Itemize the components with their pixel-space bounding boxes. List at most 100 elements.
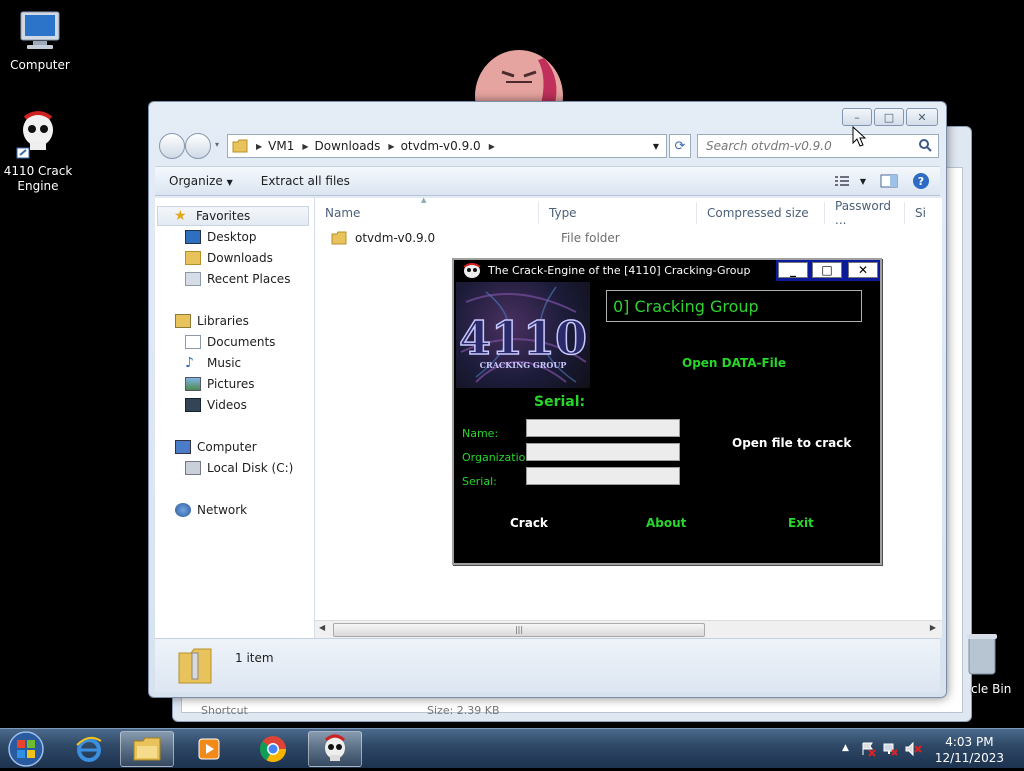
nav-favorites[interactable]: ★ Favorites xyxy=(157,206,309,226)
command-bar: Organize ▼ Extract all files ▼ ? xyxy=(155,166,940,196)
cracking-group-logo: 4110 CRACKING GROUP xyxy=(456,282,590,388)
action-center-icon[interactable] xyxy=(860,741,876,757)
nav-local-disk[interactable]: Local Disk (C:) xyxy=(185,461,293,475)
crack-engine-title: The Crack-Engine of the [4110] Cracking-… xyxy=(488,264,751,277)
nav-recent-places[interactable]: Recent Places xyxy=(185,272,290,286)
taskbar-internet-explorer[interactable] xyxy=(62,731,116,767)
nav-libraries[interactable]: Libraries xyxy=(175,314,249,328)
taskbar-chrome[interactable] xyxy=(246,731,300,767)
desktop-icon-recycle-bin[interactable]: cle Bin xyxy=(955,632,1024,696)
recent-pages-icon[interactable]: ▾ xyxy=(215,140,219,149)
column-type[interactable]: Type xyxy=(539,202,697,224)
search-placeholder: Search otvdm-v0.9.0 xyxy=(706,139,832,153)
help-icon[interactable]: ? xyxy=(912,172,930,190)
exit-button[interactable]: Exit xyxy=(788,516,814,530)
breadcrumb-vm1[interactable]: VM1 xyxy=(268,139,294,153)
music-icon: ♪ xyxy=(185,355,194,371)
taskbar-media-player[interactable] xyxy=(182,731,236,767)
nav-documents[interactable]: Documents xyxy=(185,335,275,349)
nav-videos[interactable]: Videos xyxy=(185,398,247,412)
navigation-bar: ▾ ▶ VM1 ▶ Downloads ▶ otvdm-v0.9.0 ▶ ▼ ⟳… xyxy=(157,132,939,159)
nav-network[interactable]: Network xyxy=(175,503,247,517)
name-label: Name: xyxy=(462,427,499,440)
recent-places-icon xyxy=(185,272,201,286)
system-tray: ▲ 4:03 PM 12/11/2023 xyxy=(834,729,1024,769)
nav-pictures[interactable]: Pictures xyxy=(185,377,255,391)
refresh-button[interactable]: ⟳ xyxy=(669,134,691,158)
close-button[interactable]: ✕ xyxy=(906,108,938,126)
group-display: 0] Cracking Group xyxy=(606,290,862,322)
maximize-button[interactable]: □ xyxy=(874,108,904,126)
network-status-icon[interactable] xyxy=(882,741,898,757)
windows-logo-icon xyxy=(8,731,44,767)
desktop-icon-label: cle Bin xyxy=(971,682,1012,696)
minimize-button[interactable]: – xyxy=(842,108,872,126)
column-compressed-size[interactable]: Compressed size xyxy=(697,202,825,224)
documents-icon xyxy=(185,335,201,349)
forward-button[interactable] xyxy=(185,133,211,159)
extract-all-button[interactable]: Extract all files xyxy=(247,174,364,188)
nav-music[interactable]: ♪ Music xyxy=(185,356,241,370)
name-field[interactable] xyxy=(526,419,680,437)
background-status-size: Size: 2.39 KB xyxy=(427,704,500,717)
breadcrumb-downloads[interactable]: Downloads xyxy=(315,139,381,153)
horizontal-scrollbar[interactable]: ◀ ||| ▶ xyxy=(315,620,942,638)
scroll-right-icon[interactable]: ▶ xyxy=(930,623,936,632)
taskbar-crack-engine[interactable] xyxy=(308,731,362,767)
desktop-icon-computer[interactable]: Computer xyxy=(2,10,78,73)
desktop-icon-label: 4110 Crack Engine xyxy=(3,164,73,193)
clock-time: 4:03 PM xyxy=(945,735,994,749)
skull-icon xyxy=(463,262,481,278)
open-data-file-button[interactable]: Open DATA-File xyxy=(682,356,786,370)
crack-engine-titlebar[interactable]: The Crack-Engine of the [4110] Cracking-… xyxy=(454,260,880,281)
column-size[interactable]: Si xyxy=(905,202,942,224)
column-password[interactable]: Password ... xyxy=(825,199,905,227)
breadcrumb-separator-icon: ▶ xyxy=(256,141,263,151)
chevron-down-icon: ▼ xyxy=(226,178,233,187)
nav-desktop[interactable]: Desktop xyxy=(185,230,257,244)
open-file-to-crack-button[interactable]: Open file to crack xyxy=(732,436,851,450)
organization-label: Organization: xyxy=(462,451,537,464)
details-pane: 1 item xyxy=(155,638,940,692)
desktop-icon-crack-engine[interactable]: 4110 Crack Engine xyxy=(0,110,76,194)
crack-engine-window[interactable]: The Crack-Engine of the [4110] Cracking-… xyxy=(452,258,882,565)
serial-field[interactable] xyxy=(526,467,680,485)
organization-field[interactable] xyxy=(526,443,680,461)
column-name[interactable]: Name ▲ xyxy=(315,196,539,224)
address-bar[interactable]: ▶ VM1 ▶ Downloads ▶ otvdm-v0.9.0 ▶ ▼ xyxy=(227,134,667,158)
organize-button[interactable]: Organize ▼ xyxy=(155,174,247,188)
taskbar: ▲ 4:03 PM 12/11/2023 xyxy=(0,728,1024,768)
scrollbar-thumb[interactable]: ||| xyxy=(333,623,705,637)
breadcrumb-otvdm[interactable]: otvdm-v0.9.0 xyxy=(401,139,481,153)
show-hidden-icons-icon[interactable]: ▲ xyxy=(842,743,849,753)
table-row[interactable]: otvdm-v0.9.0 xyxy=(331,228,435,248)
about-button[interactable]: About xyxy=(646,516,686,530)
preview-pane-icon[interactable] xyxy=(880,174,898,188)
details-view-icon xyxy=(834,176,849,186)
scroll-left-icon[interactable]: ◀ xyxy=(319,623,325,632)
wallpaper-figure xyxy=(474,48,564,142)
crack-minimize-button[interactable]: _ xyxy=(778,262,808,278)
taskbar-explorer[interactable] xyxy=(120,731,174,767)
logo-text: 4110 xyxy=(459,311,587,365)
nav-downloads[interactable]: Downloads xyxy=(185,251,273,265)
nav-computer[interactable]: Computer xyxy=(175,440,257,454)
crack-maximize-button[interactable]: □ xyxy=(812,262,842,278)
search-input[interactable]: Search otvdm-v0.9.0 xyxy=(697,134,939,158)
start-button[interactable] xyxy=(4,730,48,768)
zip-folder-icon xyxy=(178,648,212,684)
back-button[interactable] xyxy=(159,133,185,159)
desktop: Computer 4110 Crack Engine Shortcut Size… xyxy=(0,0,1024,728)
view-options-button[interactable]: ▼ xyxy=(834,175,866,187)
address-dropdown-icon[interactable]: ▼ xyxy=(648,137,664,155)
volume-icon[interactable] xyxy=(904,741,922,757)
downloads-icon xyxy=(185,251,201,265)
crack-button[interactable]: Crack xyxy=(510,516,548,530)
folder-icon xyxy=(133,737,161,761)
clock[interactable]: 4:03 PM 12/11/2023 xyxy=(935,734,1004,766)
pictures-icon xyxy=(185,377,201,391)
crack-close-button[interactable]: ✕ xyxy=(848,262,878,278)
logo-subtext: CRACKING GROUP xyxy=(480,360,567,370)
mouse-cursor-icon xyxy=(852,126,866,147)
chrome-icon xyxy=(259,736,287,763)
